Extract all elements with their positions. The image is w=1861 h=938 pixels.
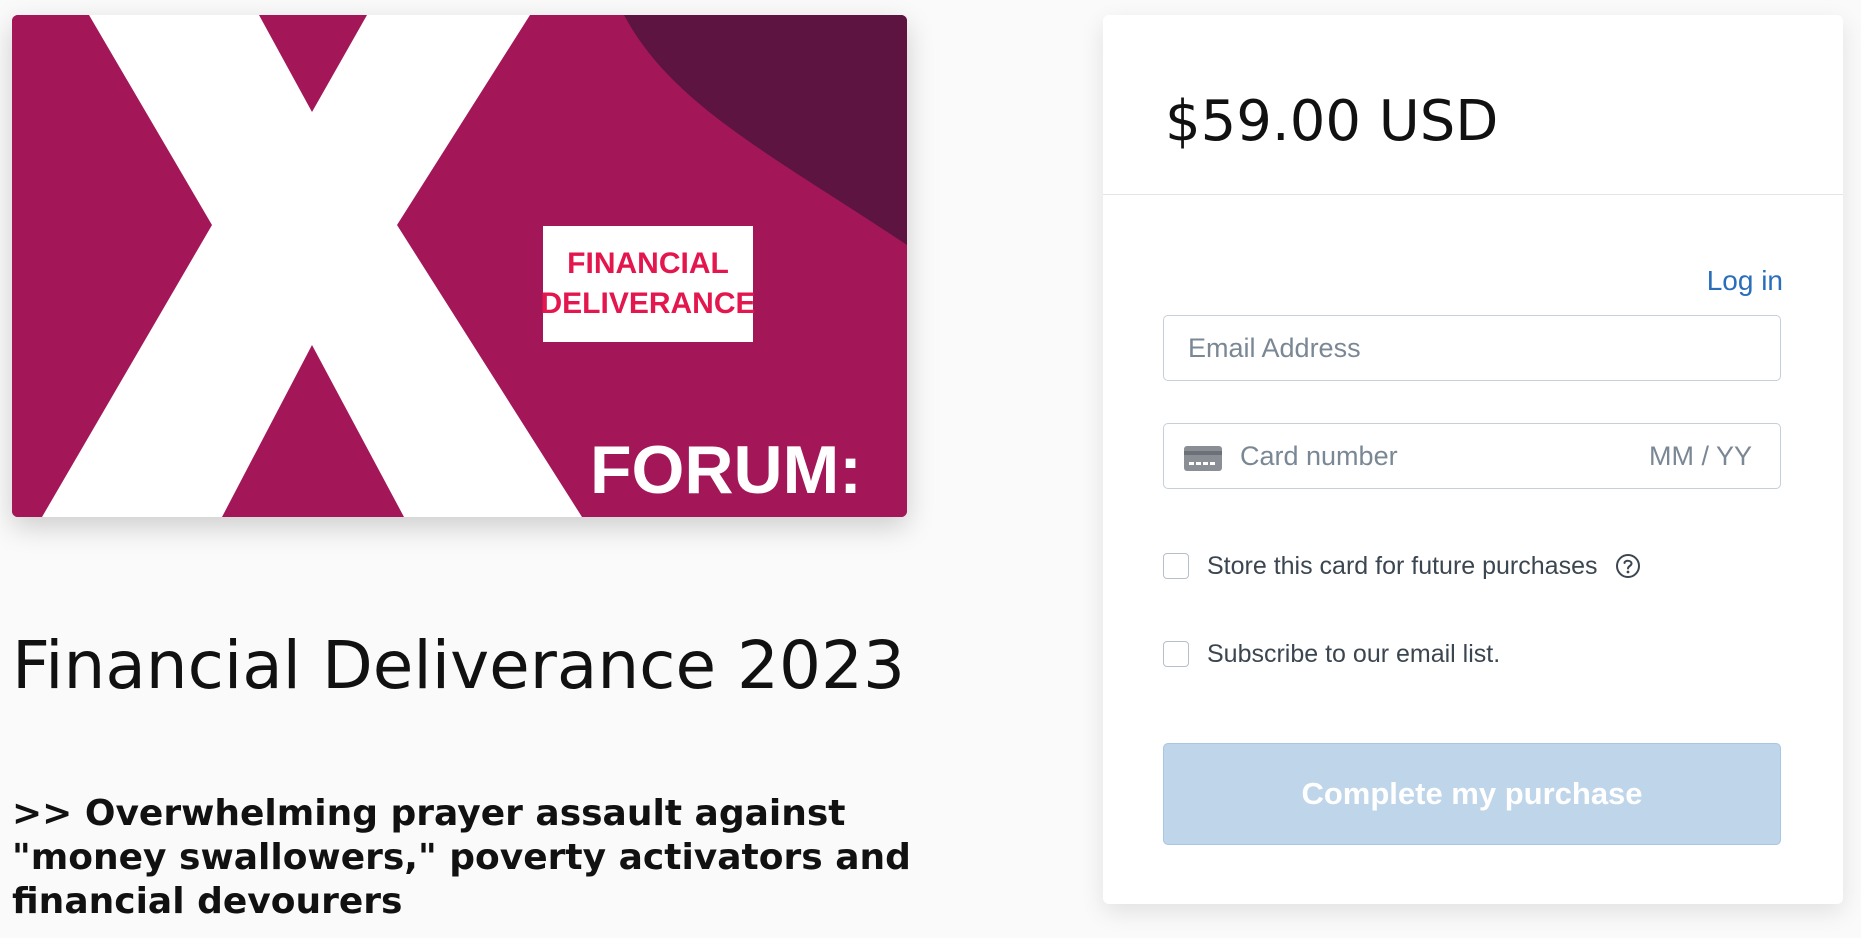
store-card-label: Store this card for future purchases: [1207, 551, 1598, 580]
price: $59.00 USD: [1165, 89, 1499, 154]
store-card-row: Store this card for future purchases: [1163, 551, 1641, 581]
image-forum-text: FORUM:: [590, 432, 860, 508]
divider: [1103, 194, 1843, 195]
subscribe-label: Subscribe to our email list.: [1207, 639, 1501, 668]
product-image: FINANCIAL DELIVERANCE FORUM:: [12, 15, 907, 517]
image-badge: FINANCIAL DELIVERANCE: [540, 226, 756, 342]
login-link[interactable]: Log in: [1707, 265, 1783, 297]
subscribe-row: Subscribe to our email list.: [1163, 639, 1500, 669]
badge-line-2: DELIVERANCE: [540, 287, 756, 320]
store-card-checkbox[interactable]: [1163, 553, 1189, 579]
product-description: >> Overwhelming prayer assault against "…: [12, 793, 911, 922]
complete-purchase-button[interactable]: Complete my purchase: [1163, 743, 1781, 845]
email-field-container: [1163, 315, 1781, 381]
card-field-container: [1163, 423, 1781, 489]
card-expiry-input[interactable]: [1642, 424, 1752, 488]
checkout-page: FINANCIAL DELIVERANCE FORUM: Financial D…: [0, 0, 1861, 938]
checkout-card: $59.00 USD Log in Store this card for fu…: [1103, 15, 1843, 904]
email-field[interactable]: [1164, 316, 1780, 380]
product-title: Financial Deliverance 2023: [12, 627, 905, 704]
badge-line-1: FINANCIAL: [567, 247, 729, 280]
card-number-input[interactable]: [1240, 424, 1630, 488]
subscribe-checkbox[interactable]: [1163, 641, 1189, 667]
credit-card-icon: [1184, 446, 1222, 471]
question-circle-icon[interactable]: [1615, 553, 1641, 579]
